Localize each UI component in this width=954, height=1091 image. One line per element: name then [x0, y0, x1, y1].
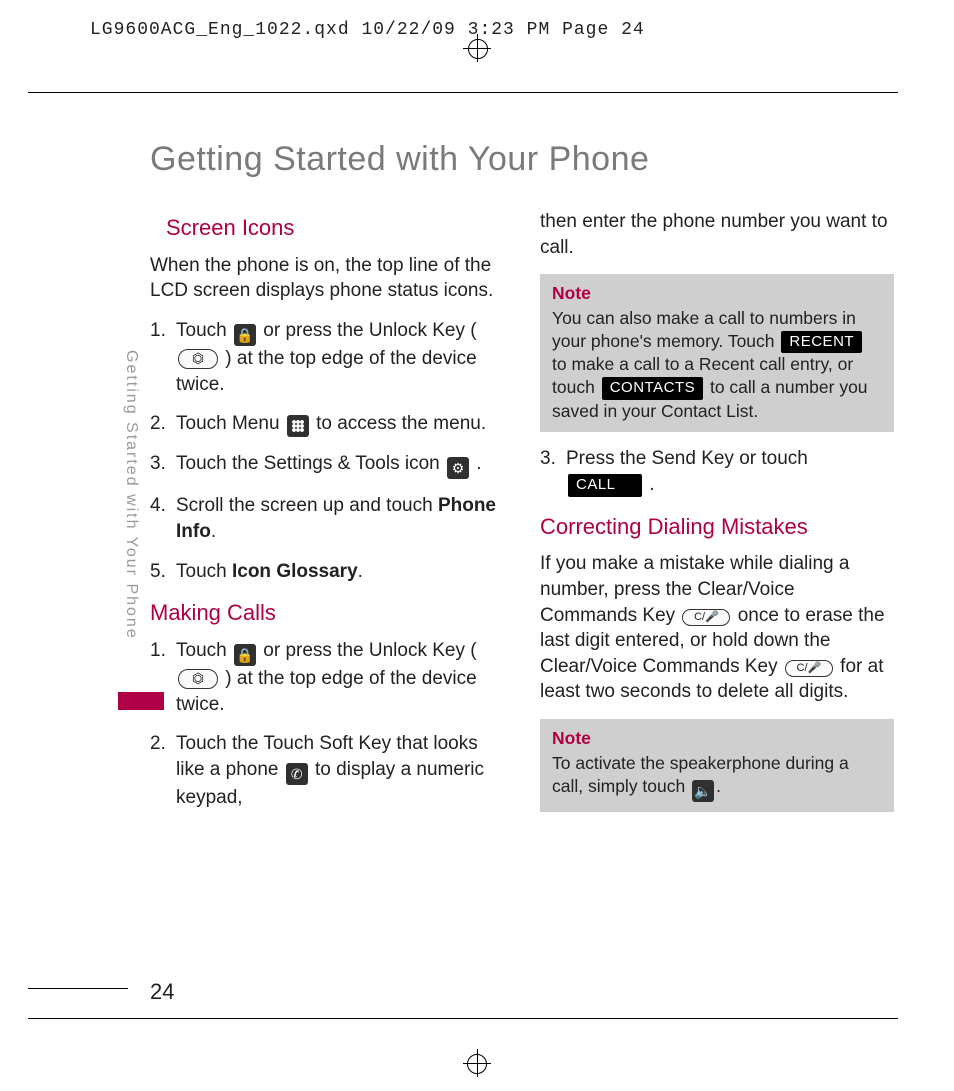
- print-header: LG9600ACG_Eng_1022.qxd 10/22/09 3:23 PM …: [90, 20, 645, 40]
- lock-icon: 🔒: [234, 324, 256, 346]
- list-item: Touch the Settings & Tools icon ⚙ .: [150, 451, 504, 479]
- list-item: Touch 🔒 or press the Unlock Key ( ⏣ ) at…: [150, 318, 504, 397]
- bottom-left-rule: [28, 988, 128, 989]
- sidebar-section-label: Getting Started with Your Phone: [122, 350, 140, 640]
- two-columns: Screen Icons When the phone is on, the t…: [150, 207, 894, 826]
- note-title: Note: [552, 282, 882, 305]
- content-area: Getting Started with Your Phone Screen I…: [150, 140, 894, 995]
- making-calls-steps: Touch 🔒 or press the Unlock Key ( ⏣ ) at…: [150, 638, 504, 811]
- icon-glossary-label: Icon Glossary: [232, 561, 358, 582]
- top-rule: [28, 92, 898, 93]
- registration-circle-icon: [467, 1054, 487, 1074]
- right-column: then enter the phone number you want to …: [540, 207, 894, 826]
- registration-circle-icon: [468, 39, 488, 59]
- recent-button[interactable]: RECENT: [781, 331, 862, 354]
- heading-making-calls: Making Calls: [150, 598, 504, 628]
- list-item: Touch 🔒 or press the Unlock Key ( ⏣ ) at…: [150, 638, 504, 717]
- correcting-mistakes-body: If you make a mistake while dialing a nu…: [540, 551, 894, 705]
- clear-voice-key-icon: C/🎤: [785, 660, 833, 677]
- note-box: Note To activate the speakerphone during…: [540, 719, 894, 812]
- list-item: Touch Menu to access the menu.: [150, 411, 504, 437]
- bottom-rule: [28, 1018, 898, 1019]
- screen-icons-steps: Touch 🔒 or press the Unlock Key ( ⏣ ) at…: [150, 318, 504, 584]
- screen-icons-intro: When the phone is on, the top line of th…: [150, 253, 504, 304]
- heading-screen-icons: Screen Icons: [166, 213, 504, 243]
- making-calls-steps-cont: Press the Send Key or touch CALL .: [540, 446, 894, 497]
- speaker-icon: 🔈: [692, 780, 714, 802]
- unlock-key-icon: ⏣: [178, 349, 218, 369]
- page-title: Getting Started with Your Phone: [150, 140, 894, 179]
- gear-icon: ⚙: [447, 457, 469, 479]
- list-item: Touch the Touch Soft Key that looks like…: [150, 731, 504, 810]
- contacts-button[interactable]: CONTACTS: [602, 377, 703, 400]
- note-box: Note You can also make a call to numbers…: [540, 274, 894, 432]
- left-column: Screen Icons When the phone is on, the t…: [150, 207, 504, 826]
- lock-icon: 🔒: [234, 644, 256, 666]
- page-number: 24: [150, 979, 174, 1005]
- making-calls-continuation: then enter the phone number you want to …: [540, 209, 894, 260]
- list-item: Touch Icon Glossary.: [150, 559, 504, 585]
- note-title: Note: [552, 727, 882, 750]
- list-item: Scroll the screen up and touch Phone Inf…: [150, 493, 504, 544]
- clear-voice-key-icon: C/🎤: [682, 609, 730, 626]
- unlock-key-icon: ⏣: [178, 669, 218, 689]
- page: LG9600ACG_Eng_1022.qxd 10/22/09 3:23 PM …: [0, 0, 954, 1091]
- menu-grid-icon: [287, 415, 309, 437]
- heading-correcting-mistakes: Correcting Dialing Mistakes: [540, 512, 894, 542]
- call-button[interactable]: CALL: [568, 474, 642, 497]
- phone-icon: ✆: [286, 763, 308, 785]
- list-item: Press the Send Key or touch CALL .: [540, 446, 894, 497]
